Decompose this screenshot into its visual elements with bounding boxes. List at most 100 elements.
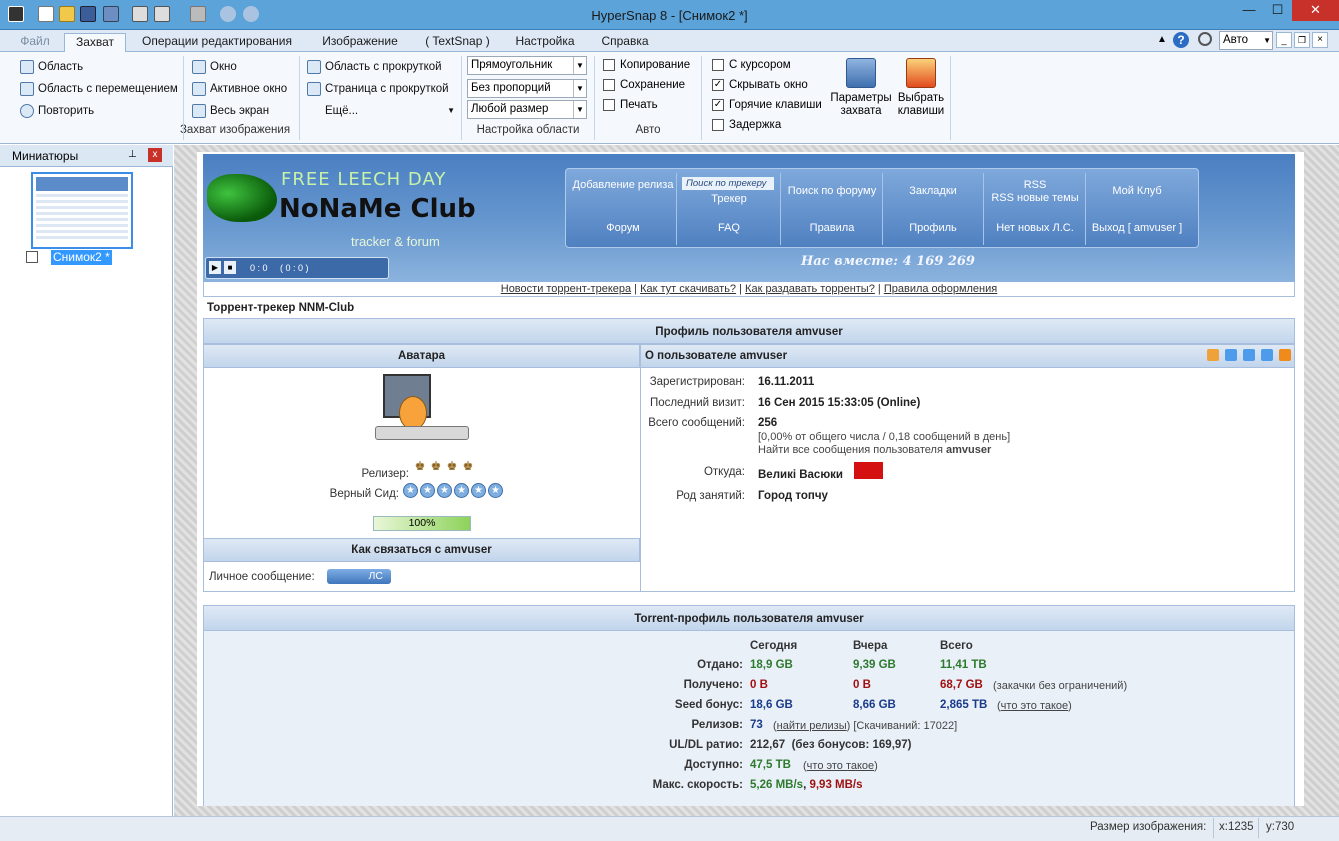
nav-bookmarks[interactable]: Закладки	[882, 185, 984, 198]
size-select[interactable]: Любой размер ▼	[467, 100, 587, 119]
speaker-icon[interactable]	[1207, 349, 1219, 361]
undo-icon[interactable]	[220, 6, 236, 22]
available-help[interactable]: (что это такое)	[803, 760, 878, 772]
nav-tracker[interactable]: Трекер	[678, 193, 780, 206]
copy-icon[interactable]	[154, 6, 170, 22]
panel-close-button[interactable]: x	[148, 148, 162, 162]
capture-active-window-label: Активное окно	[210, 83, 288, 95]
capture-window-button[interactable]: Окно	[192, 58, 237, 76]
nav-forum-search[interactable]: Поиск по форуму	[781, 185, 883, 198]
help-icon[interactable]: ?	[1173, 32, 1189, 48]
rss-icon[interactable]	[1279, 349, 1291, 361]
tab-file[interactable]: Файл	[10, 33, 60, 52]
capture-region-button[interactable]: Область	[20, 58, 83, 76]
nav-faq[interactable]: FAQ	[678, 222, 780, 235]
tab-edit[interactable]: Операции редактирования	[132, 33, 302, 52]
avatar-header: Аватара	[203, 344, 640, 368]
pin-icon[interactable]: ⊥	[128, 149, 137, 160]
nav-rules[interactable]: Правила	[781, 222, 883, 235]
info-icon[interactable]	[1261, 349, 1273, 361]
auto-print-checkbox[interactable]: Печать	[603, 98, 658, 114]
print-icon[interactable]	[132, 6, 148, 22]
col-today: Сегодня	[750, 640, 798, 652]
nav-my-club[interactable]: Мой Клуб	[1086, 185, 1188, 198]
auto-copy-checkbox[interactable]: Копирование	[603, 58, 690, 74]
shape-select[interactable]: Прямоугольник ▼	[467, 56, 587, 75]
link-how-seed[interactable]: Как раздавать торренты?	[745, 283, 875, 295]
find-posts-link[interactable]: Найти все сообщения пользователя amvuser	[758, 444, 991, 456]
save-icon[interactable]	[80, 6, 96, 22]
thumbnail-checkbox[interactable]	[26, 251, 38, 263]
capture-scroll-region-button[interactable]: Область с прокруткой	[307, 58, 442, 76]
repeat-button[interactable]: Повторить	[20, 102, 94, 120]
option-hotkeys-checkbox[interactable]: ✓ Горячие клавиши	[712, 98, 822, 114]
play-icon[interactable]: ▶	[209, 261, 221, 274]
tracker-search-input[interactable]: Поиск по трекеру	[682, 177, 774, 190]
link-rules[interactable]: Правила оформления	[884, 283, 997, 295]
breadcrumb[interactable]: Торрент-трекер NNM-Club	[207, 302, 354, 314]
doc-close-button[interactable]: ×	[1312, 32, 1328, 48]
nav-pm[interactable]: Нет новых Л.С.	[984, 222, 1086, 235]
auto-save-checkbox[interactable]: Сохранение	[603, 78, 685, 94]
stop-icon[interactable]: ■	[224, 261, 236, 274]
releaser-label: Релизер:	[361, 468, 409, 480]
more-capture-button[interactable]: Ещё... ▼	[307, 102, 455, 120]
option-hide-window-checkbox[interactable]: ✓ Скрывать окно	[712, 78, 808, 94]
trophy-icon: ♚	[414, 459, 426, 473]
capture-region-move-button[interactable]: Область с перемещением	[20, 80, 178, 98]
capture-fullscreen-button[interactable]: Весь экран	[192, 102, 269, 120]
nav-add-release[interactable]: Добавление релиза	[572, 179, 674, 192]
what-is-link[interactable]: что это такое	[1001, 700, 1068, 712]
tab-textsnap[interactable]: ( TextSnap )	[415, 33, 500, 52]
zoom-select[interactable]: Авто ▼	[1219, 31, 1273, 50]
doc-restore-button[interactable]: ❐	[1294, 32, 1310, 48]
search-icon[interactable]	[1198, 32, 1212, 46]
capture-params-button[interactable]: Параметры захвата	[828, 58, 894, 118]
audio-player[interactable]: ▶ ■ 0 : 0 ( 0 : 0 )	[205, 257, 389, 279]
link-news[interactable]: Новости торрент-трекера	[501, 283, 631, 295]
seed-bonus-help[interactable]: (что это такое)	[997, 700, 1072, 712]
pm-button[interactable]: ЛС	[327, 569, 391, 584]
tab-settings[interactable]: Настройка	[505, 33, 585, 52]
new-icon[interactable]	[38, 6, 54, 22]
option-delay-checkbox[interactable]: Задержка	[712, 118, 781, 134]
butterfly-logo-icon	[207, 174, 277, 222]
tab-capture[interactable]: Захват	[64, 33, 126, 53]
nav-profile[interactable]: Профиль	[882, 222, 984, 235]
tab-help[interactable]: Справка	[590, 33, 660, 52]
upload-icon[interactable]	[103, 6, 119, 22]
link-how-download[interactable]: Как тут скачивать?	[640, 283, 736, 295]
hotkeys-button[interactable]: Выбрать клавиши	[895, 58, 947, 118]
settings-icon	[846, 58, 876, 88]
proportion-select[interactable]: Без пропорций ▼	[467, 79, 587, 98]
minimize-button[interactable]: —	[1235, 0, 1263, 21]
nav-logout[interactable]: Выход [ amvuser ]	[1086, 222, 1188, 235]
clipboard-icon[interactable]	[190, 6, 206, 22]
redo-icon[interactable]	[243, 6, 259, 22]
doc-minimize-button[interactable]: _	[1276, 32, 1292, 48]
nav-rss[interactable]: RSS RSS новые темы	[984, 179, 1086, 205]
got-yesterday: 0 B	[853, 679, 871, 691]
maximize-button[interactable]: ☐	[1264, 0, 1291, 21]
collapse-ribbon-icon[interactable]: ▲	[1157, 34, 1169, 45]
open-icon[interactable]	[59, 6, 75, 22]
app-icon[interactable]	[8, 6, 24, 22]
logo-sub-text: tracker & forum	[351, 234, 440, 249]
close-button[interactable]: ✕	[1292, 0, 1339, 21]
divider	[594, 56, 595, 140]
capture-active-window-button[interactable]: Активное окно	[192, 80, 287, 98]
find-posts-user: amvuser	[946, 444, 992, 456]
add-friend-icon[interactable]	[1225, 349, 1237, 361]
thumbnail-image[interactable]	[31, 172, 133, 249]
avatar-keyboard	[375, 426, 469, 440]
message-icon[interactable]	[1243, 349, 1255, 361]
tab-image[interactable]: Изображение	[310, 33, 410, 52]
what-is-link[interactable]: что это такое	[807, 760, 874, 772]
from-value: Великі Васюки	[758, 469, 843, 481]
option-cursor-checkbox[interactable]: С курсором	[712, 58, 791, 74]
divider	[1258, 818, 1259, 838]
nav-forum[interactable]: Форум	[572, 222, 674, 235]
find-releases-link[interactable]: найти релизы	[777, 720, 847, 732]
thumbnail-label[interactable]: Снимок2 *	[51, 250, 112, 265]
capture-scroll-page-button[interactable]: Страница с прокруткой	[307, 80, 449, 98]
